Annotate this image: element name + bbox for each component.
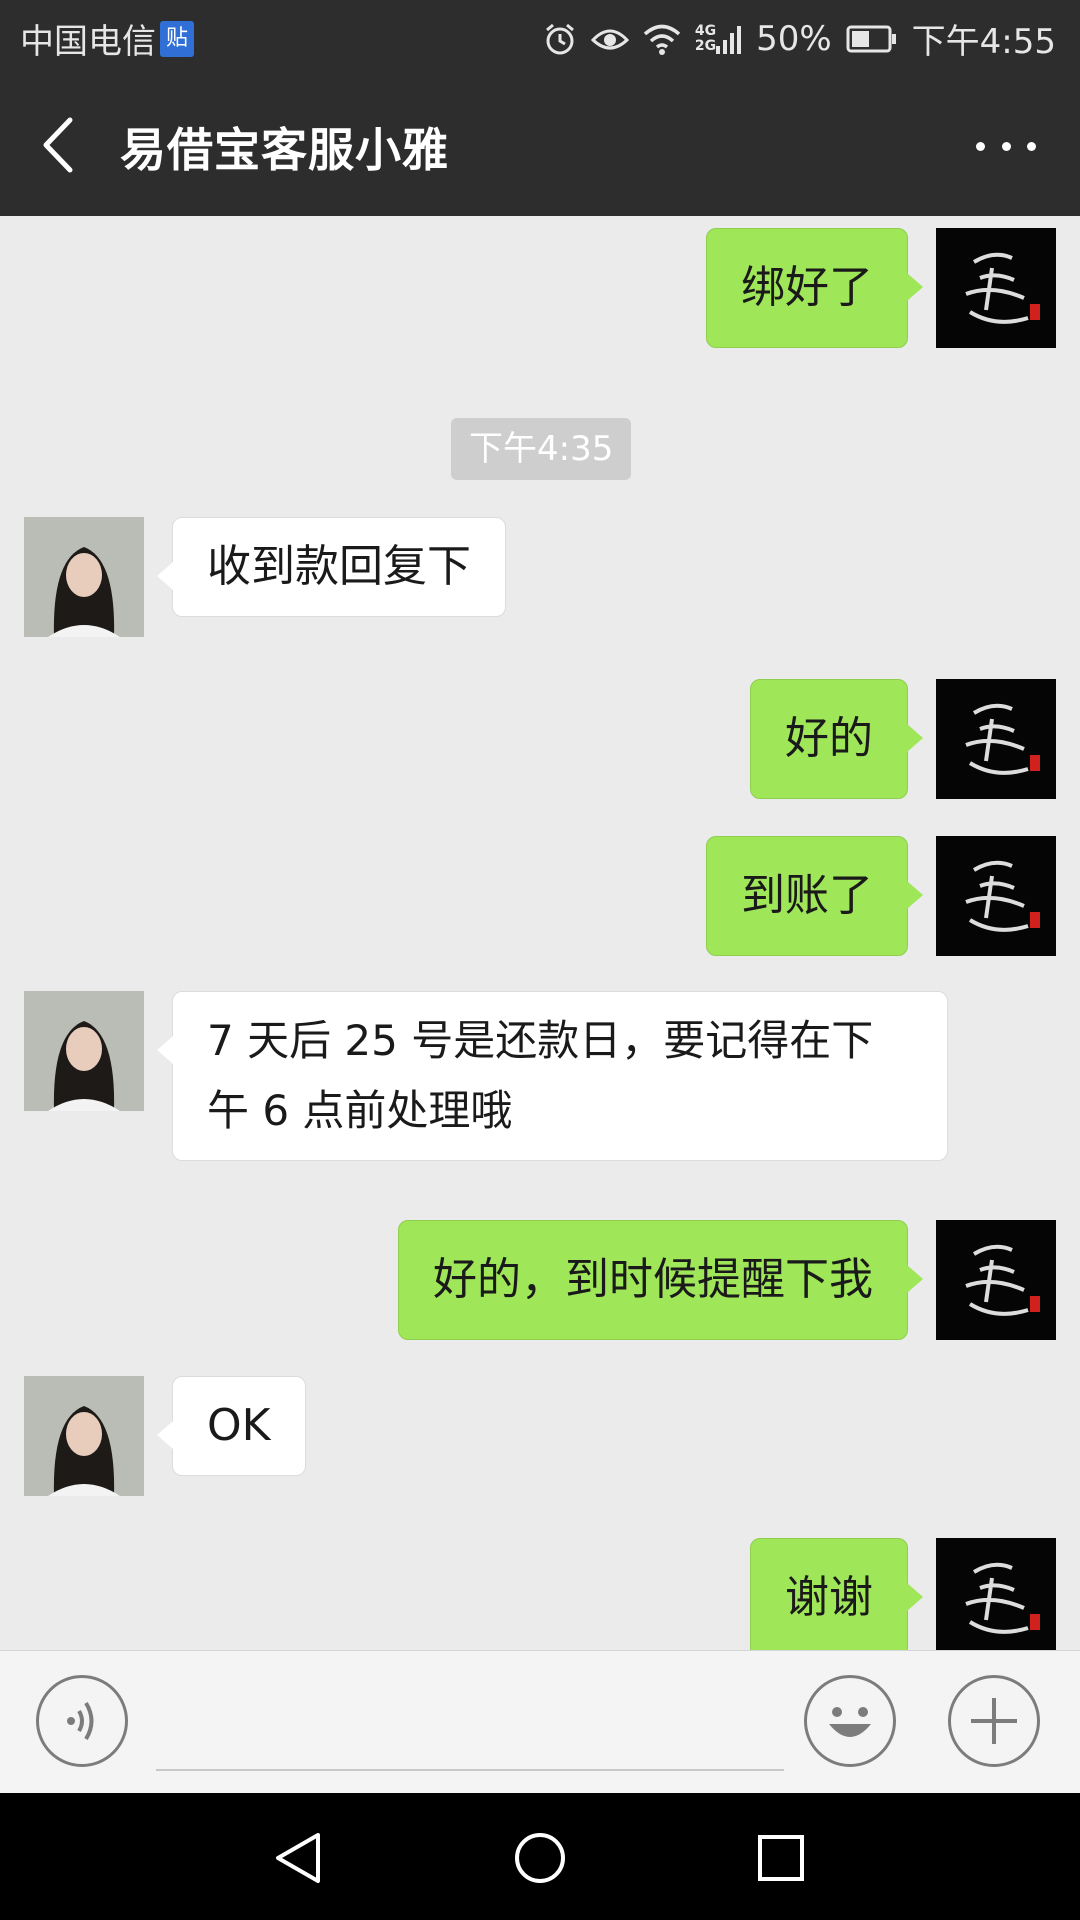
nav-back-icon[interactable] — [272, 1831, 326, 1885]
battery-percentage: 50% — [756, 18, 832, 59]
message-list[interactable]: 绑好了 下午4:35 收到款回复下 好的 到账了 7 天后 25 号是还款日，要… — [0, 216, 1080, 1650]
back-button[interactable] — [36, 112, 86, 178]
nav-recents-icon[interactable] — [754, 1831, 808, 1885]
my-avatar[interactable] — [936, 1220, 1056, 1340]
status-time: 下午4:55 — [911, 22, 1056, 62]
status-left: 中国电信 贴 — [20, 14, 194, 63]
status-bar: 中国电信 贴 4G 2G 50% 下午4:55 — [0, 0, 1080, 74]
my-message[interactable]: 好的，到时候提醒下我 — [398, 1220, 923, 1340]
voice-button[interactable] — [36, 1675, 128, 1767]
wifi-icon — [643, 23, 681, 55]
contact-message[interactable]: 7 天后 25 号是还款日，要记得在下 午 6 点前处理哦 — [157, 991, 948, 1161]
input-bar — [0, 1650, 1080, 1794]
my-avatar[interactable] — [936, 228, 1056, 348]
message-timestamp: 下午4:35 — [451, 418, 632, 480]
nav-home-icon[interactable] — [513, 1831, 567, 1885]
my-message[interactable]: 谢谢 — [750, 1538, 923, 1650]
my-avatar[interactable] — [936, 1538, 1056, 1650]
status-right: 4G 2G 50% 下午4:55 — [543, 14, 1056, 63]
message-line: 午 6 点前处理哦 — [207, 1086, 513, 1135]
message-line: 7 天后 25 号是还款日，要记得在下 — [207, 1016, 874, 1065]
signal-icon: 4G 2G — [694, 22, 742, 54]
my-message[interactable]: 到账了 — [706, 836, 923, 956]
message-input[interactable] — [156, 1679, 784, 1771]
wechat-chat-screen: 中国电信 贴 4G 2G 50% 下午4:55 易借宝客服小雅 绑好了 下午4:… — [0, 0, 1080, 1920]
voice-icon — [67, 1701, 94, 1741]
my-avatar[interactable] — [936, 679, 1056, 799]
network-type: 4G 2G — [694, 22, 717, 54]
emoji-button[interactable] — [804, 1675, 896, 1767]
contact-avatar[interactable] — [24, 1376, 144, 1496]
battery-icon — [846, 25, 898, 53]
plus-button[interactable] — [948, 1675, 1040, 1767]
contact-avatar[interactable] — [24, 991, 144, 1111]
contact-avatar[interactable] — [24, 517, 144, 637]
page-title: 易借宝客服小雅 — [120, 123, 449, 177]
carrier-badge: 贴 — [160, 20, 194, 57]
more-icon — [976, 141, 985, 151]
alarm-icon — [543, 22, 577, 56]
eye-icon — [590, 24, 629, 54]
contact-message[interactable]: OK — [157, 1376, 306, 1476]
navigation-bar — [0, 1793, 1080, 1920]
my-message[interactable]: 绑好了 — [706, 228, 923, 348]
chat-header: 易借宝客服小雅 — [0, 74, 1080, 216]
contact-message[interactable]: 收到款回复下 — [157, 517, 506, 617]
carrier-name: 中国电信 — [20, 22, 156, 62]
more-button[interactable] — [976, 124, 1036, 168]
my-message[interactable]: 好的 — [750, 679, 923, 799]
emoji-icon — [829, 1707, 871, 1737]
back-icon — [43, 117, 73, 173]
my-avatar[interactable] — [936, 836, 1056, 956]
plus-icon — [971, 1698, 1017, 1744]
